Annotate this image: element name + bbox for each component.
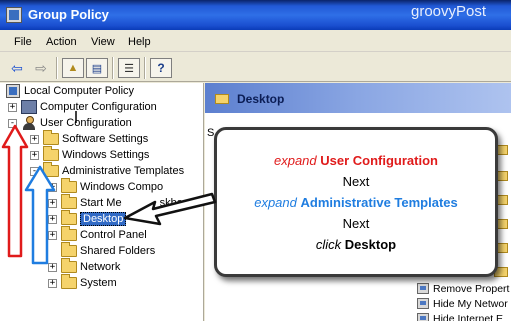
- callout-next: Next: [342, 174, 370, 189]
- tree-label-fragment: skbar: [159, 197, 187, 209]
- setting-row[interactable]: Hide Internet E: [417, 312, 503, 321]
- tree-item-computer-configuration[interactable]: + Computer Configuration: [8, 99, 157, 115]
- toolbar: ⇦ ⇨ ▲ ▤ ☰ ?: [0, 52, 511, 82]
- callout-verb: expand: [273, 153, 317, 168]
- tree-label: Start Me: [80, 197, 122, 209]
- tree-label: Computer Configuration: [40, 101, 157, 113]
- tree-item-network[interactable]: + Network: [48, 258, 121, 275]
- callout-line-5: click Desktop: [217, 234, 495, 255]
- menu-bar: File Action View Help: [0, 30, 511, 52]
- title-bar: Group Policy groovyPost: [0, 0, 511, 30]
- folder-icon: [61, 274, 77, 289]
- tree-item-system[interactable]: + System: [48, 274, 117, 291]
- toolbar-separator: [144, 57, 146, 79]
- tree-label-selected: Desktop: [80, 212, 127, 226]
- tree-item-control-panel[interactable]: + Control Panel: [48, 226, 147, 243]
- tree-item-administrative-templates[interactable]: - Administrative Templates: [30, 162, 185, 179]
- callout-target: Desktop: [344, 237, 397, 252]
- setting-label: Remove Propert: [433, 282, 510, 295]
- tree-item-desktop[interactable]: + Desktop: [48, 210, 127, 227]
- callout-verb: expand: [254, 195, 297, 210]
- expand-plus-icon[interactable]: +: [48, 262, 57, 272]
- folder-icon: [61, 242, 77, 257]
- tree-item-windows-settings[interactable]: + Windows Settings: [30, 146, 150, 163]
- setting-label: Hide My Networ: [433, 297, 508, 310]
- setting-icon: [417, 313, 429, 321]
- tree-label: Software Settings: [62, 133, 149, 145]
- instruction-callout: expand User Configuration Next expand Ad…: [214, 127, 498, 277]
- tree-label: Network: [80, 261, 121, 273]
- toolbar-separator: [112, 57, 114, 79]
- folder-icon: [215, 94, 229, 104]
- folder-open-icon: [43, 162, 59, 177]
- folder-icon: [61, 226, 77, 241]
- callout-target: Administrative Templates: [300, 195, 458, 210]
- watermark: groovyPost: [411, 3, 487, 20]
- menu-action[interactable]: Action: [46, 36, 77, 48]
- tree-item-start-menu-taskbar[interactable]: + Start Me skbar: [48, 194, 187, 211]
- tree-label: Administrative Templates: [62, 165, 185, 177]
- expand-plus-icon[interactable]: +: [48, 214, 57, 224]
- folder-icon: [43, 130, 59, 145]
- expand-plus-icon[interactable]: +: [48, 230, 57, 240]
- expand-plus-icon[interactable]: +: [48, 198, 57, 208]
- computer-icon: [21, 100, 37, 114]
- folder-icon: [43, 146, 59, 161]
- tree-label: Control Panel: [80, 229, 147, 241]
- menu-help[interactable]: Help: [128, 36, 151, 48]
- export-list-icon[interactable]: ☰: [118, 58, 140, 78]
- expand-plus-icon[interactable]: +: [8, 102, 17, 112]
- policy-icon: [6, 84, 20, 98]
- callout-line-1: expand User Configuration: [217, 150, 495, 171]
- help-icon[interactable]: ?: [150, 58, 172, 78]
- setting-label: Hide Internet E: [433, 312, 504, 321]
- tree-item-shared-folders[interactable]: Shared Folders: [61, 242, 156, 259]
- setting-row[interactable]: Remove Propert: [417, 282, 509, 295]
- setting-icon: [417, 298, 429, 309]
- tree-item-user-configuration[interactable]: - User Configuration: [8, 115, 132, 131]
- details-header: Desktop: [205, 83, 511, 113]
- tree-pane: Local Computer Policy + Computer Configu…: [0, 83, 204, 321]
- expand-plus-icon[interactable]: +: [30, 150, 39, 160]
- show-hide-tree-icon[interactable]: ▤: [86, 58, 108, 78]
- forward-arrow-icon[interactable]: ⇨: [30, 58, 52, 78]
- folder-icon: [61, 194, 77, 209]
- toolbar-separator: [56, 57, 58, 79]
- window-title: Group Policy: [28, 7, 109, 22]
- folder-open-icon: [61, 210, 77, 225]
- callout-target: User Configuration: [320, 153, 438, 168]
- menu-file[interactable]: File: [14, 36, 32, 48]
- collapse-minus-icon[interactable]: -: [30, 166, 39, 176]
- setting-icon: [417, 283, 429, 294]
- tree-label: Shared Folders: [80, 245, 156, 257]
- tree-item-windows-components[interactable]: + Windows Compo: [48, 178, 164, 195]
- collapse-minus-icon[interactable]: -: [8, 118, 17, 128]
- callout-line-3: expand Administrative Templates: [217, 192, 495, 213]
- user-icon: [21, 116, 37, 130]
- up-folder-icon[interactable]: ▲: [62, 58, 84, 78]
- group-policy-icon: [6, 7, 22, 23]
- folder-icon: [61, 258, 77, 273]
- details-title: Desktop: [237, 92, 285, 106]
- tree-label: Windows Compo: [80, 181, 164, 193]
- callout-next: Next: [342, 216, 370, 231]
- menu-view[interactable]: View: [91, 36, 115, 48]
- callout-verb: click: [315, 237, 342, 252]
- tree-label: User Configuration: [40, 117, 132, 129]
- tree-label: System: [80, 277, 117, 289]
- tree-item-local-computer-policy[interactable]: Local Computer Policy: [6, 83, 134, 99]
- expand-plus-icon[interactable]: +: [30, 134, 39, 144]
- folder-icon: [61, 178, 77, 193]
- back-arrow-icon[interactable]: ⇦: [6, 58, 28, 78]
- tree-label: Windows Settings: [62, 149, 150, 161]
- tree-item-software-settings[interactable]: + Software Settings: [30, 130, 149, 147]
- tree-label: Local Computer Policy: [24, 85, 135, 97]
- setting-row[interactable]: Hide My Networ: [417, 297, 508, 310]
- expand-plus-icon[interactable]: +: [48, 278, 57, 288]
- expand-plus-icon[interactable]: +: [48, 182, 57, 192]
